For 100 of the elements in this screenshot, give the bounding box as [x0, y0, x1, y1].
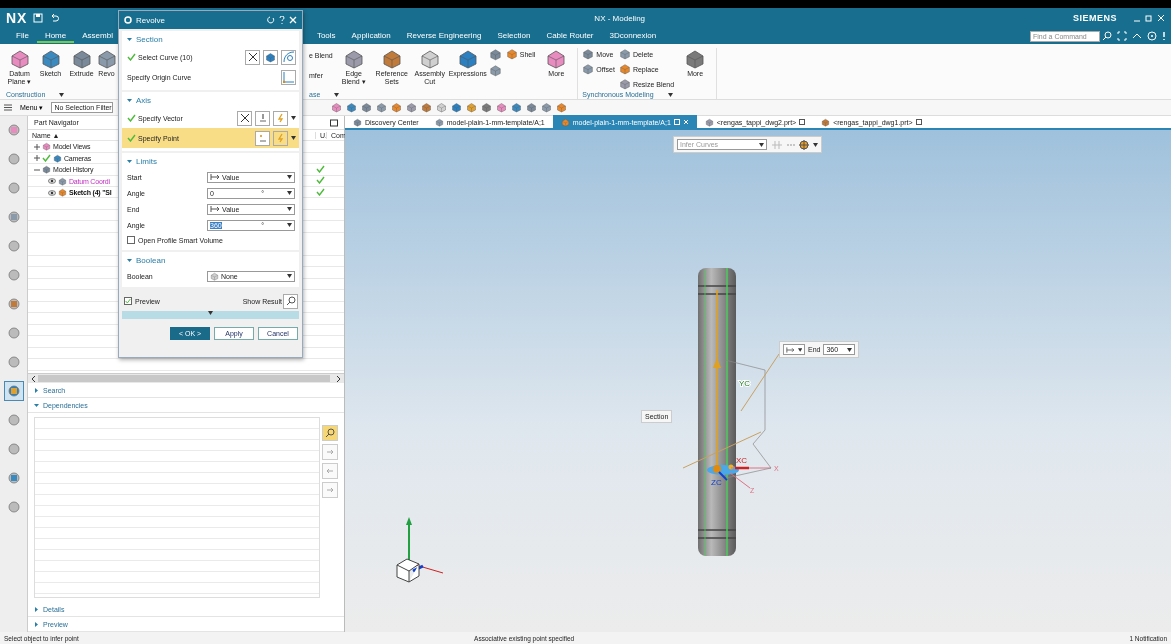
- menu-tab[interactable]: 3Dconnexion: [601, 29, 665, 43]
- resource-tab-icon: [6, 500, 21, 514]
- feature-icon: [380, 48, 403, 70]
- vector-button[interactable]: [273, 110, 288, 126]
- offset-icon: [786, 346, 795, 353]
- toolbar-icon: [421, 102, 433, 113]
- collapse-ribbon-icon[interactable]: [1132, 31, 1142, 41]
- menu-tab[interactable]: Assembl: [74, 29, 121, 43]
- reset-icon[interactable]: [267, 16, 275, 24]
- caret-icon: [797, 347, 802, 352]
- section-header[interactable]: Axis: [122, 92, 299, 108]
- feature-icon: [684, 48, 707, 70]
- resource-tab-icon: [6, 239, 21, 253]
- toolbar-icon: [331, 102, 343, 113]
- collapse-icon: [127, 257, 132, 263]
- show-result-button[interactable]: [283, 293, 298, 309]
- toolbar-icon: [556, 102, 568, 113]
- toolbar-icon: [451, 102, 463, 113]
- deselect-button[interactable]: [237, 110, 252, 126]
- save-icon[interactable]: [33, 13, 44, 23]
- fullscreen-icon[interactable]: [1117, 31, 1127, 41]
- check-icon: [125, 297, 131, 305]
- feature-icon: [545, 48, 568, 70]
- resource-tab-icon: [6, 355, 21, 369]
- caret-icon: [287, 207, 292, 211]
- limit-type-dropdown[interactable]: [783, 344, 805, 355]
- check-icon: [127, 114, 136, 122]
- node-icon: [42, 142, 51, 152]
- deselect-button[interactable]: [245, 49, 260, 65]
- caret-icon: [287, 175, 292, 179]
- menu-tab[interactable]: Tools: [308, 29, 344, 43]
- select-curve-button[interactable]: [281, 69, 296, 85]
- resource-tab[interactable]: [3, 381, 24, 401]
- snap-icon[interactable]: [770, 139, 810, 150]
- restore-icon[interactable]: [1145, 14, 1153, 22]
- scroll-left-icon[interactable]: [32, 375, 36, 382]
- list-action-button[interactable]: [322, 425, 338, 441]
- curve-rule-button[interactable]: [263, 49, 278, 65]
- dots-icon: [257, 133, 268, 143]
- expand-icon[interactable]: [34, 155, 40, 162]
- feature-icon: [505, 48, 518, 60]
- collapse-icon[interactable]: [34, 166, 40, 173]
- dots-icon: [257, 113, 268, 123]
- collapse-icon: [34, 402, 39, 408]
- close-icon[interactable]: [1157, 14, 1165, 22]
- scrollbar-thumb[interactable]: [38, 375, 330, 382]
- arrow-icon: [325, 447, 335, 457]
- expand-icon[interactable]: [34, 143, 40, 150]
- axis-label: ZC: [711, 478, 722, 487]
- collapse-icon: [127, 158, 132, 164]
- menu-tab[interactable]: Reverse Engineering: [398, 29, 490, 43]
- caret-icon: [287, 223, 292, 227]
- maximize-icon[interactable]: [330, 118, 338, 127]
- toolbar-icon: [526, 102, 538, 113]
- section-header[interactable]: Limits: [122, 153, 299, 169]
- scroll-right-icon[interactable]: [336, 375, 340, 382]
- menu-tab[interactable]: File: [8, 29, 37, 43]
- document-icon: [704, 117, 714, 127]
- section-header[interactable]: Section: [122, 31, 299, 47]
- toolbar-icon: [511, 102, 523, 113]
- curve-icon: [282, 51, 295, 63]
- toolbar-icon: [361, 102, 373, 113]
- window-title: NX - Modeling: [594, 13, 646, 23]
- help-icon[interactable]: [279, 16, 285, 24]
- eye-icon: [48, 178, 56, 185]
- tool-icon: [488, 48, 502, 61]
- toolbar-icon: [541, 102, 553, 113]
- close-icon[interactable]: [682, 119, 689, 125]
- cross-icon: [239, 113, 250, 123]
- caret-icon: [847, 347, 853, 352]
- curve-icon: [282, 71, 295, 83]
- offset-icon: [210, 206, 220, 212]
- section-header[interactable]: Boolean: [122, 252, 299, 268]
- tool-icon: [488, 64, 502, 77]
- menu-tab[interactable]: Cable Router: [538, 29, 602, 43]
- toolbar-icon: [466, 102, 478, 113]
- resource-tab-icon: [6, 152, 21, 166]
- search-icon[interactable]: [1102, 31, 1112, 41]
- select-curve-button[interactable]: [281, 49, 296, 65]
- expand-icon: [34, 387, 39, 393]
- resource-tab-icon: [6, 384, 21, 398]
- node-icon: [53, 153, 62, 163]
- feature-icon: [618, 63, 631, 75]
- undo-icon[interactable]: [49, 13, 60, 23]
- feature-icon: [618, 48, 631, 60]
- alert-icon[interactable]: [1161, 31, 1167, 41]
- feature-icon: [342, 48, 365, 70]
- menu-icon[interactable]: [4, 104, 12, 111]
- caret-icon: [287, 191, 292, 195]
- toolbar-icon: [346, 102, 358, 113]
- settings-icon[interactable]: [124, 16, 132, 24]
- pin-icon: [915, 119, 922, 125]
- menu-tab[interactable]: Selection: [489, 29, 539, 43]
- toolbar-icon: [436, 102, 448, 113]
- menu-tab[interactable]: Application: [343, 29, 399, 43]
- document-icon: [821, 117, 831, 127]
- close-icon[interactable]: [289, 16, 297, 24]
- offset-icon: [210, 174, 220, 180]
- help-icon[interactable]: [1147, 31, 1157, 41]
- expand-icon: [34, 621, 39, 627]
